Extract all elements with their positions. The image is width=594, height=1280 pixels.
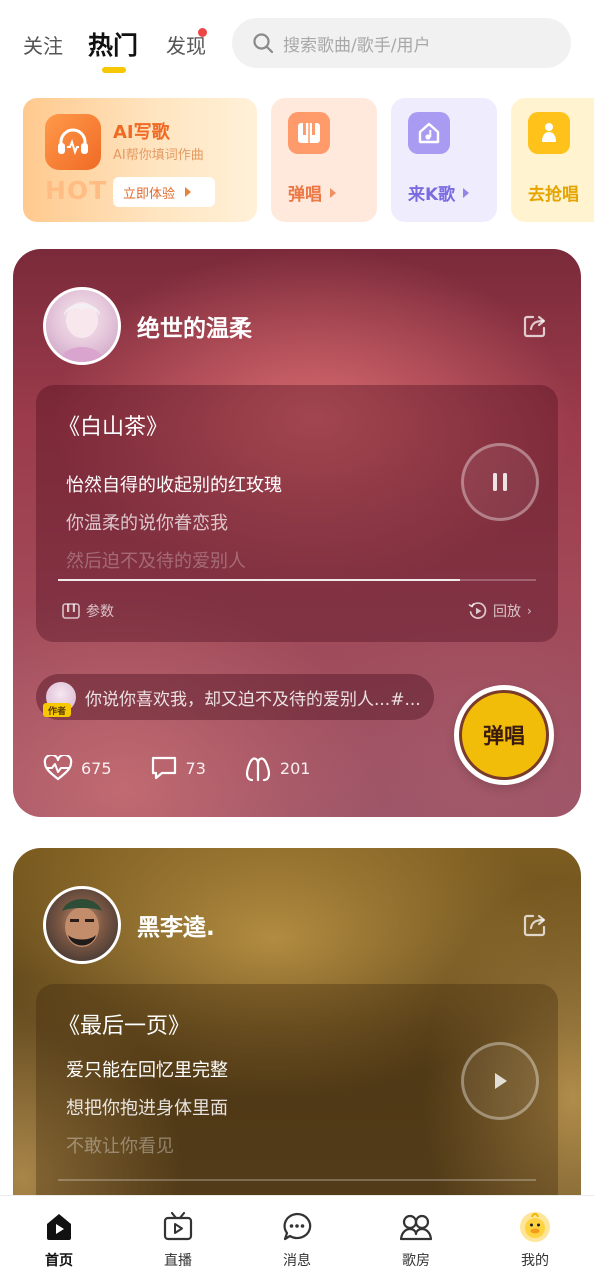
gift-count: 201 <box>279 758 311 778</box>
people-room-icon <box>399 1210 433 1244</box>
heart-pulse-icon <box>43 755 73 781</box>
playback-progress-fill <box>58 579 460 581</box>
username[interactable]: 绝世的温柔 <box>137 309 252 343</box>
lyric-line: 想把你抱进身体里面 <box>66 1098 228 1119</box>
tab-song-room-label: 歌房 <box>402 1253 430 1269</box>
message-bubble-icon <box>280 1210 314 1244</box>
feature-play-sing[interactable]: 弹唱 <box>271 98 377 222</box>
share-icon[interactable] <box>522 313 548 343</box>
feature-play-sing-label: 弹唱 <box>288 185 322 205</box>
music-note-icon <box>408 112 450 154</box>
lyric-line: 不敢让你看见 <box>66 1136 174 1157</box>
tab-me-label: 我的 <box>521 1253 549 1269</box>
comment-avatar: 作者 <box>43 682 76 717</box>
ai-subtitle: AI帮你填词作曲 <box>113 148 204 163</box>
arrow-right-icon <box>185 187 192 197</box>
tab-home[interactable]: 首页 <box>0 1196 118 1280</box>
grab-hand-icon <box>528 112 570 154</box>
like-button[interactable]: 675 <box>43 755 112 781</box>
comment-button[interactable]: 73 <box>150 755 206 781</box>
sing-button-label: 弹唱 <box>459 690 549 780</box>
song-title: 《白山茶》 <box>58 415 169 440</box>
arrow-right-icon <box>463 187 470 198</box>
ai-title: AI写歌 <box>113 122 170 143</box>
avatar[interactable] <box>43 886 121 964</box>
piano-icon <box>62 603 80 619</box>
song-title: 《最后一页》 <box>58 1014 191 1039</box>
replay-button[interactable]: 回放 › <box>468 601 532 621</box>
top-comment[interactable]: 作者 你说你喜欢我，却又迫不及待的爱别人...#... <box>36 674 434 720</box>
duck-avatar-icon <box>518 1210 552 1244</box>
feature-grab-sing[interactable]: 去抢唱 <box>511 98 594 222</box>
tab-song-room[interactable]: 歌房 <box>357 1196 475 1280</box>
params-button[interactable]: 参数 <box>62 601 114 621</box>
notification-dot <box>198 28 207 37</box>
comment-icon <box>151 756 176 780</box>
username[interactable]: 黑李逵. <box>137 908 215 942</box>
share-icon[interactable] <box>522 912 548 942</box>
lyric-line-current: 爱只能在回忆里完整 <box>66 1060 228 1081</box>
search-placeholder: 搜索歌曲/歌手/用户 <box>283 35 431 56</box>
tab-me[interactable]: 我的 <box>476 1196 594 1280</box>
bottom-tab-bar: 首页 直播 消息 歌房 我的 <box>0 1195 594 1280</box>
lyrics-player[interactable]: 《最后一页》 爱只能在回忆里完整 想把你抱进身体里面 不敢让你看见 <box>36 984 558 1224</box>
gift-button[interactable]: 201 <box>244 754 311 782</box>
comment-text: 你说你喜欢我，却又迫不及待的爱别人...#... <box>85 689 421 710</box>
lyric-line: 然后迫不及待的爱别人 <box>66 551 246 572</box>
tab-live-label: 直播 <box>164 1253 192 1269</box>
play-icon <box>495 1073 507 1089</box>
comment-count: 73 <box>185 758 206 778</box>
tab-hot[interactable]: 热门 <box>88 26 138 62</box>
ai-headphone-icon <box>45 114 101 170</box>
pause-icon <box>493 473 507 491</box>
feature-karaoke[interactable]: 来K歌 <box>391 98 497 222</box>
search-icon <box>253 33 274 54</box>
replay-label: 回放 <box>493 604 521 620</box>
avatar[interactable] <box>43 287 121 365</box>
author-badge: 作者 <box>43 703 71 717</box>
gift-icon <box>245 757 270 782</box>
lyric-line: 你温柔的说你眷恋我 <box>66 513 228 534</box>
playback-progress[interactable] <box>58 1179 536 1181</box>
lyric-line-current: 怡然自得的收起别的红玫瑰 <box>66 475 282 496</box>
tab-live[interactable]: 直播 <box>119 1196 237 1280</box>
replay-icon <box>468 602 487 619</box>
ai-songwriting-card[interactable]: HOT AI写歌 AI帮你填词作曲 立即体验 <box>23 98 257 222</box>
home-play-icon <box>42 1210 76 1244</box>
card-stats: 675 73 201 <box>43 753 348 783</box>
feature-strip: HOT AI写歌 AI帮你填词作曲 立即体验 弹唱 来K歌 去抢唱 <box>0 98 594 222</box>
feed-card[interactable]: 绝世的温柔 《白山茶》 怡然自得的收起别的红玫瑰 你温柔的说你眷恋我 然后迫不及… <box>13 249 581 817</box>
like-count: 675 <box>81 758 112 778</box>
tab-messages[interactable]: 消息 <box>238 1196 356 1280</box>
try-now-button[interactable]: 立即体验 <box>113 177 215 207</box>
active-tab-indicator <box>102 67 126 73</box>
params-label: 参数 <box>86 604 114 620</box>
tab-home-label: 首页 <box>45 1253 73 1269</box>
pause-button[interactable] <box>461 443 539 521</box>
try-now-label: 立即体验 <box>123 186 176 202</box>
hot-badge: HOT <box>45 176 108 205</box>
top-navigation: 关注 热门 发现 搜索歌曲/歌手/用户 <box>0 0 594 90</box>
piano-icon <box>288 112 330 154</box>
play-button[interactable] <box>461 1042 539 1120</box>
tab-follow[interactable]: 关注 <box>23 30 63 59</box>
chevron-right-icon: › <box>527 604 532 618</box>
playback-progress[interactable] <box>58 579 536 581</box>
feature-karaoke-label: 来K歌 <box>408 185 456 205</box>
feature-grab-sing-label: 去抢唱 <box>528 185 579 205</box>
feed-card[interactable]: 黑李逵. 《最后一页》 爱只能在回忆里完整 想把你抱进身体里面 不敢让你看见 <box>13 848 581 1248</box>
live-tv-icon <box>161 1210 195 1244</box>
search-bar[interactable]: 搜索歌曲/歌手/用户 <box>232 18 571 68</box>
tab-messages-label: 消息 <box>283 1253 311 1269</box>
sing-button[interactable]: 弹唱 <box>454 685 554 785</box>
arrow-right-icon <box>330 187 336 198</box>
lyrics-player[interactable]: 《白山茶》 怡然自得的收起别的红玫瑰 你温柔的说你眷恋我 然后迫不及待的爱别人 … <box>36 385 558 642</box>
